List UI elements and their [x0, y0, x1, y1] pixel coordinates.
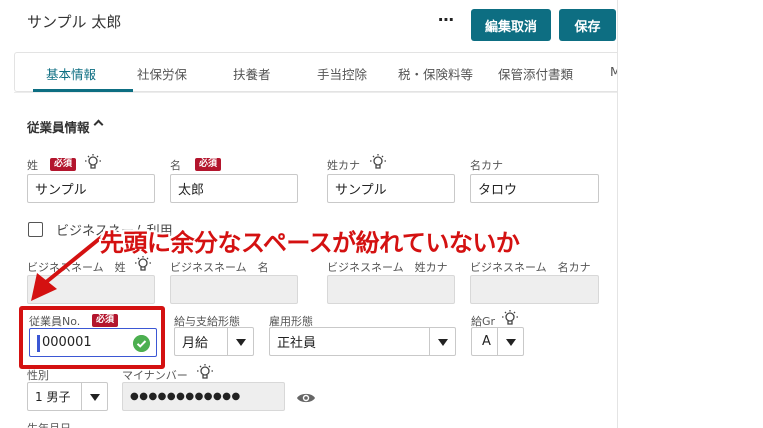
tab-more[interactable]: M: [610, 64, 617, 79]
divider: [14, 92, 617, 93]
first-name-kana-input[interactable]: タロウ: [470, 174, 599, 203]
tab-attachments[interactable]: 保管添付書類: [498, 64, 573, 83]
cancel-edit-button[interactable]: 編集取消: [471, 9, 551, 41]
first-name-label: 名: [170, 159, 181, 172]
section-title[interactable]: 従業員情報: [27, 117, 90, 136]
business-first-kana-label: ビジネスネーム 名カナ: [470, 261, 591, 274]
required-badge: 必須: [50, 158, 77, 171]
lightbulb-icon[interactable]: [84, 153, 102, 171]
business-first-name-label: ビジネスネーム 名: [170, 261, 269, 274]
more-options-icon[interactable]: ⋯: [438, 12, 458, 28]
chevron-up-icon[interactable]: [93, 119, 104, 130]
tab-basic-info[interactable]: 基本情報: [46, 64, 96, 83]
lightbulb-icon[interactable]: [369, 153, 387, 171]
business-first-kana-input: [470, 275, 599, 304]
my-number-input[interactable]: ●●●●●●●●●●●●: [122, 382, 285, 411]
tab-dependents[interactable]: 扶養者: [233, 64, 271, 83]
required-badge: 必須: [195, 158, 222, 171]
business-last-kana-input: [327, 275, 455, 304]
last-name-kana-label: 姓カナ: [327, 159, 360, 172]
last-name-kana-input[interactable]: サンプル: [327, 174, 455, 203]
gender-label: 性別: [27, 369, 49, 382]
last-name-input[interactable]: サンプル: [27, 174, 155, 203]
chevron-down-icon: [429, 328, 455, 355]
callout-text: 先頭に余分なスペースが紛れていないか: [100, 229, 520, 257]
lightbulb-icon[interactable]: [501, 309, 519, 327]
salary-grade-select[interactable]: A: [471, 327, 524, 356]
pay-form-select[interactable]: 月給: [174, 327, 254, 356]
gender-select[interactable]: 1 男子: [27, 382, 108, 411]
business-first-name-input: [170, 275, 298, 304]
tab-social-insurance[interactable]: 社保労保: [137, 64, 187, 83]
employment-type-select[interactable]: 正社員: [269, 327, 456, 356]
tab-bar: 基本情報 社保労保 扶養者 手当控除 税・保険料等 保管添付書類 M: [14, 52, 617, 92]
employment-type-value: 正社員: [277, 336, 317, 351]
tab-tax-insurance[interactable]: 税・保険料等: [398, 64, 473, 83]
chevron-down-icon: [81, 383, 107, 410]
chevron-down-icon: [497, 328, 523, 355]
last-name-label: 姓: [27, 159, 38, 172]
lightbulb-icon[interactable]: [196, 363, 214, 381]
salary-grade-value: A: [482, 334, 491, 349]
tab-allowances[interactable]: 手当控除: [317, 64, 367, 83]
pay-form-value: 月給: [182, 336, 209, 351]
save-button[interactable]: 保存: [559, 9, 616, 41]
business-last-kana-label: ビジネスネーム 姓カナ: [327, 261, 448, 274]
employee-name: サンプル 太郎: [27, 13, 122, 31]
first-name-kana-label: 名カナ: [470, 159, 503, 172]
highlight-box: [19, 306, 165, 369]
my-number-label: マイナンバー: [122, 369, 188, 382]
eye-icon[interactable]: [296, 391, 316, 405]
first-name-input[interactable]: 太郎: [170, 174, 298, 203]
chevron-down-icon: [227, 328, 253, 355]
gender-value: 1 男子: [35, 390, 71, 404]
birth-date-label: 生年月日: [27, 420, 71, 428]
